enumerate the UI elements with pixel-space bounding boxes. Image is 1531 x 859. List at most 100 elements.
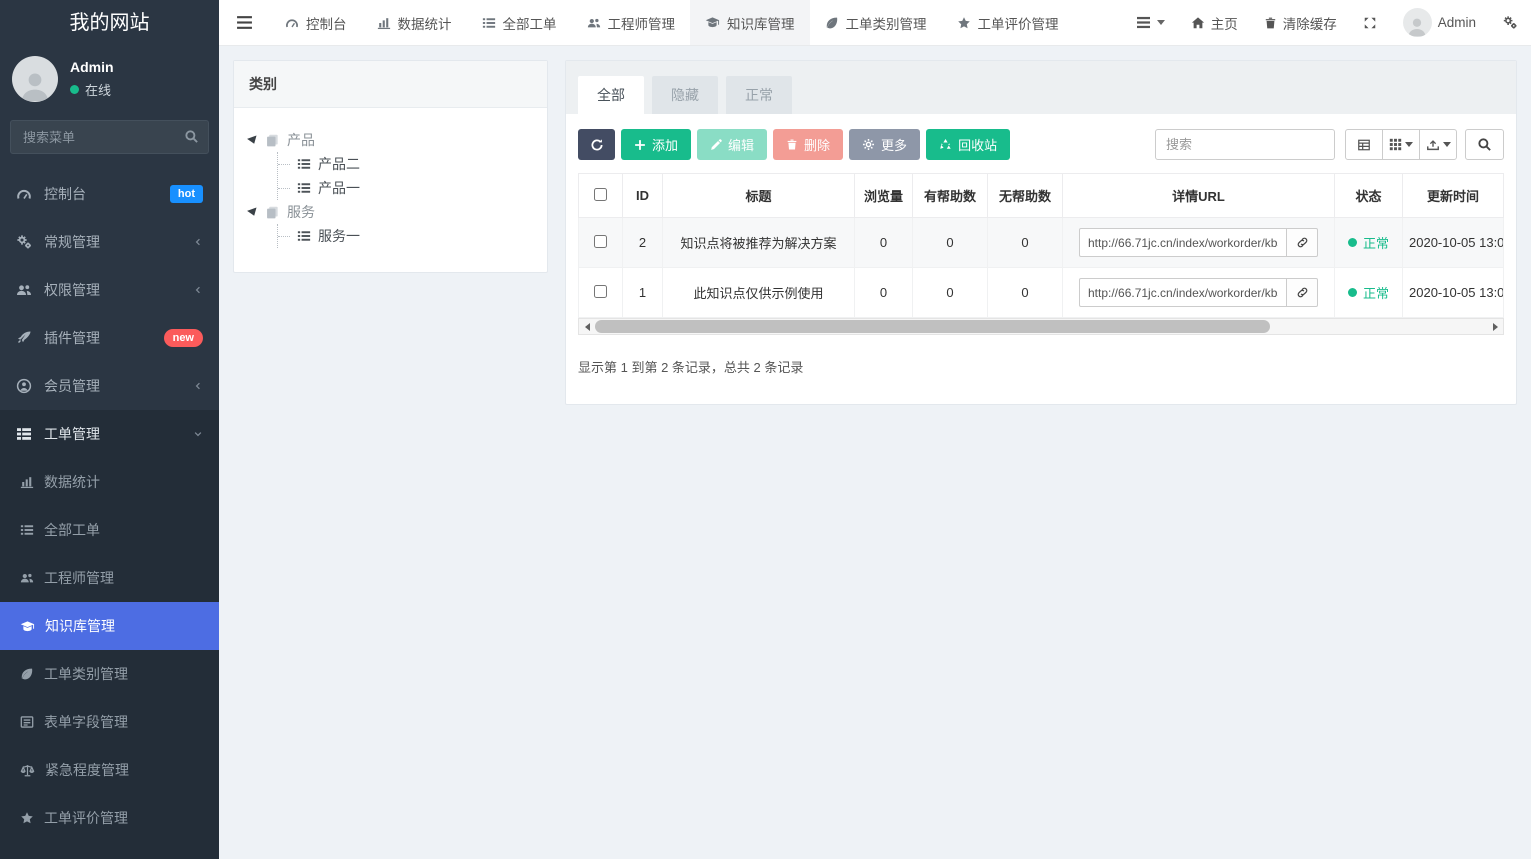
more-button[interactable]: 更多 [849, 129, 920, 160]
recycle-label: 回收站 [958, 135, 997, 154]
topbar-tab-statistics[interactable]: 数据统计 [362, 0, 467, 45]
recycle-bin-button[interactable]: 回收站 [926, 129, 1010, 160]
tree-node-label[interactable]: 产品一 [318, 178, 360, 198]
sidebar-item-label: 工单管理 [44, 424, 100, 444]
sidebar-subitem-label: 数据统计 [44, 472, 100, 492]
tree-node-product-1[interactable]: 产品一 [278, 176, 533, 200]
sidebar-item-label: 控制台 [44, 184, 86, 204]
category-panel-title: 类别 [234, 61, 547, 108]
main-panel: 全部 隐藏 正常 添加 编辑 [565, 60, 1517, 405]
select-all-checkbox[interactable] [594, 188, 607, 201]
home-button[interactable]: 主页 [1178, 0, 1251, 45]
sidebar-item-dashboard[interactable]: 控制台 hot [0, 170, 219, 218]
clear-cache-button[interactable]: 清除缓存 [1251, 0, 1350, 45]
tree-node-label[interactable]: 产品二 [318, 154, 360, 174]
sidebar-subitem-order-ratings[interactable]: 工单评价管理 [0, 794, 219, 842]
col-id[interactable]: ID [623, 174, 663, 218]
toggle-view-button[interactable] [1345, 129, 1383, 160]
sidebar-item-workorders[interactable]: 工单管理 [0, 410, 219, 458]
user-panel: Admin 在线 [0, 46, 219, 114]
col-status[interactable]: 状态 [1335, 174, 1403, 218]
user-menu[interactable]: Admin [1390, 0, 1489, 45]
sidebar-subitem-knowledge-base[interactable]: 知识库管理 [0, 602, 219, 650]
tree-node-label[interactable]: 服务一 [318, 226, 360, 246]
col-updated[interactable]: 更新时间 [1403, 174, 1504, 218]
sidebar-item-general[interactable]: 常规管理 [0, 218, 219, 266]
open-link-button[interactable] [1287, 278, 1318, 307]
detail-url-input[interactable] [1079, 278, 1287, 307]
sidebar-subitem-urgency[interactable]: 紧急程度管理 [0, 746, 219, 794]
sidebar-item-permissions[interactable]: 权限管理 [0, 266, 219, 314]
tree-node-service-1[interactable]: 服务一 [278, 224, 533, 248]
sidebar-item-members[interactable]: 会员管理 [0, 362, 219, 410]
fullscreen-button[interactable] [1350, 0, 1390, 45]
topbar-tab-dashboard[interactable]: 控制台 [270, 0, 362, 45]
leaf-icon [825, 16, 839, 30]
sidebar-subitem-form-fields[interactable]: 表单字段管理 [0, 698, 219, 746]
sidebar-subitem-order-categories[interactable]: 工单类别管理 [0, 650, 219, 698]
col-detail-url[interactable]: 详情URL [1063, 174, 1335, 218]
col-helpful[interactable]: 有帮助数 [913, 174, 988, 218]
list-icon [297, 181, 311, 195]
table-row[interactable]: 1 此知识点仅供示例使用 0 0 0 正常 [579, 268, 1504, 318]
detail-url-input[interactable] [1079, 228, 1287, 257]
status-badge[interactable]: 正常 [1348, 283, 1389, 302]
tree-node-label[interactable]: 产品 [287, 130, 315, 150]
col-unhelpful[interactable]: 无帮助数 [988, 174, 1063, 218]
add-button[interactable]: 添加 [621, 129, 691, 160]
menu-search-input[interactable] [10, 120, 209, 154]
scroll-right-arrow[interactable] [1487, 319, 1503, 334]
sidebar-subitem-engineers[interactable]: 工程师管理 [0, 554, 219, 602]
tab-normal[interactable]: 正常 [726, 76, 792, 114]
chevron-left-icon [193, 381, 203, 391]
col-views[interactable]: 浏览量 [855, 174, 913, 218]
tree-open-arrow-icon[interactable] [247, 207, 259, 217]
tab-all[interactable]: 全部 [578, 76, 644, 114]
records-summary: 显示第 1 到第 2 条记录，总共 2 条记录 [578, 357, 1504, 376]
tree-node-label[interactable]: 服务 [287, 202, 315, 222]
open-link-button[interactable] [1287, 228, 1318, 257]
tab-hidden[interactable]: 隐藏 [652, 76, 718, 114]
tree-node-product-2[interactable]: 产品二 [278, 152, 533, 176]
topbar-tab-order-categories[interactable]: 工单类别管理 [810, 0, 942, 45]
topbar-tab-all-orders[interactable]: 全部工单 [467, 0, 572, 45]
sidebar-subitem-label: 知识库管理 [45, 616, 115, 636]
settings-button[interactable] [1489, 0, 1531, 45]
status-badge[interactable]: 正常 [1348, 233, 1389, 252]
horizontal-scrollbar[interactable] [578, 318, 1504, 335]
sidebar-subitem-all-orders[interactable]: 全部工单 [0, 506, 219, 554]
topbar-tab-engineers[interactable]: 工程师管理 [572, 0, 691, 45]
row-checkbox[interactable] [594, 285, 607, 298]
topbar-tab-knowledge-base[interactable]: 知识库管理 [690, 0, 810, 45]
topbar: 控制台 数据统计 全部工单 工程师管理 知识库管理 工单类别管理 工单评价管理 [219, 0, 1531, 46]
search-submit-button[interactable] [1465, 129, 1504, 160]
caret-down-icon [1405, 142, 1413, 147]
delete-button[interactable]: 删除 [773, 129, 843, 160]
sidebar-item-plugins[interactable]: 插件管理 new [0, 314, 219, 362]
edit-button[interactable]: 编辑 [697, 129, 767, 160]
export-button[interactable] [1419, 129, 1457, 160]
clear-cache-label: 清除缓存 [1283, 13, 1337, 33]
columns-button[interactable] [1382, 129, 1420, 160]
col-title[interactable]: 标题 [663, 174, 855, 218]
topbar-tab-order-ratings[interactable]: 工单评价管理 [942, 0, 1074, 45]
sidebar-item-label: 插件管理 [44, 328, 100, 348]
row-checkbox[interactable] [594, 235, 607, 248]
tree-node-product[interactable]: 产品 [248, 128, 533, 152]
caret-down-icon [1157, 20, 1165, 25]
refresh-button[interactable] [578, 129, 615, 160]
sidebar-subitem-statistics[interactable]: 数据统计 [0, 458, 219, 506]
table-row[interactable]: 2 知识点将被推荐为解决方案 0 0 0 正常 [579, 218, 1504, 268]
plus-icon [634, 139, 646, 151]
tree-open-arrow-icon[interactable] [247, 135, 259, 145]
expand-arrows-icon [1363, 16, 1377, 30]
tabs-menu-dropdown[interactable] [1123, 0, 1178, 45]
list-icon [297, 157, 311, 171]
scrollbar-thumb[interactable] [595, 320, 1270, 333]
bar-chart-icon [20, 475, 34, 489]
sidebar-toggle-button[interactable] [219, 0, 270, 45]
scroll-left-arrow[interactable] [579, 319, 595, 334]
tree-node-service[interactable]: 服务 [248, 200, 533, 224]
chevron-left-icon [193, 285, 203, 295]
table-search-input[interactable] [1155, 129, 1335, 160]
